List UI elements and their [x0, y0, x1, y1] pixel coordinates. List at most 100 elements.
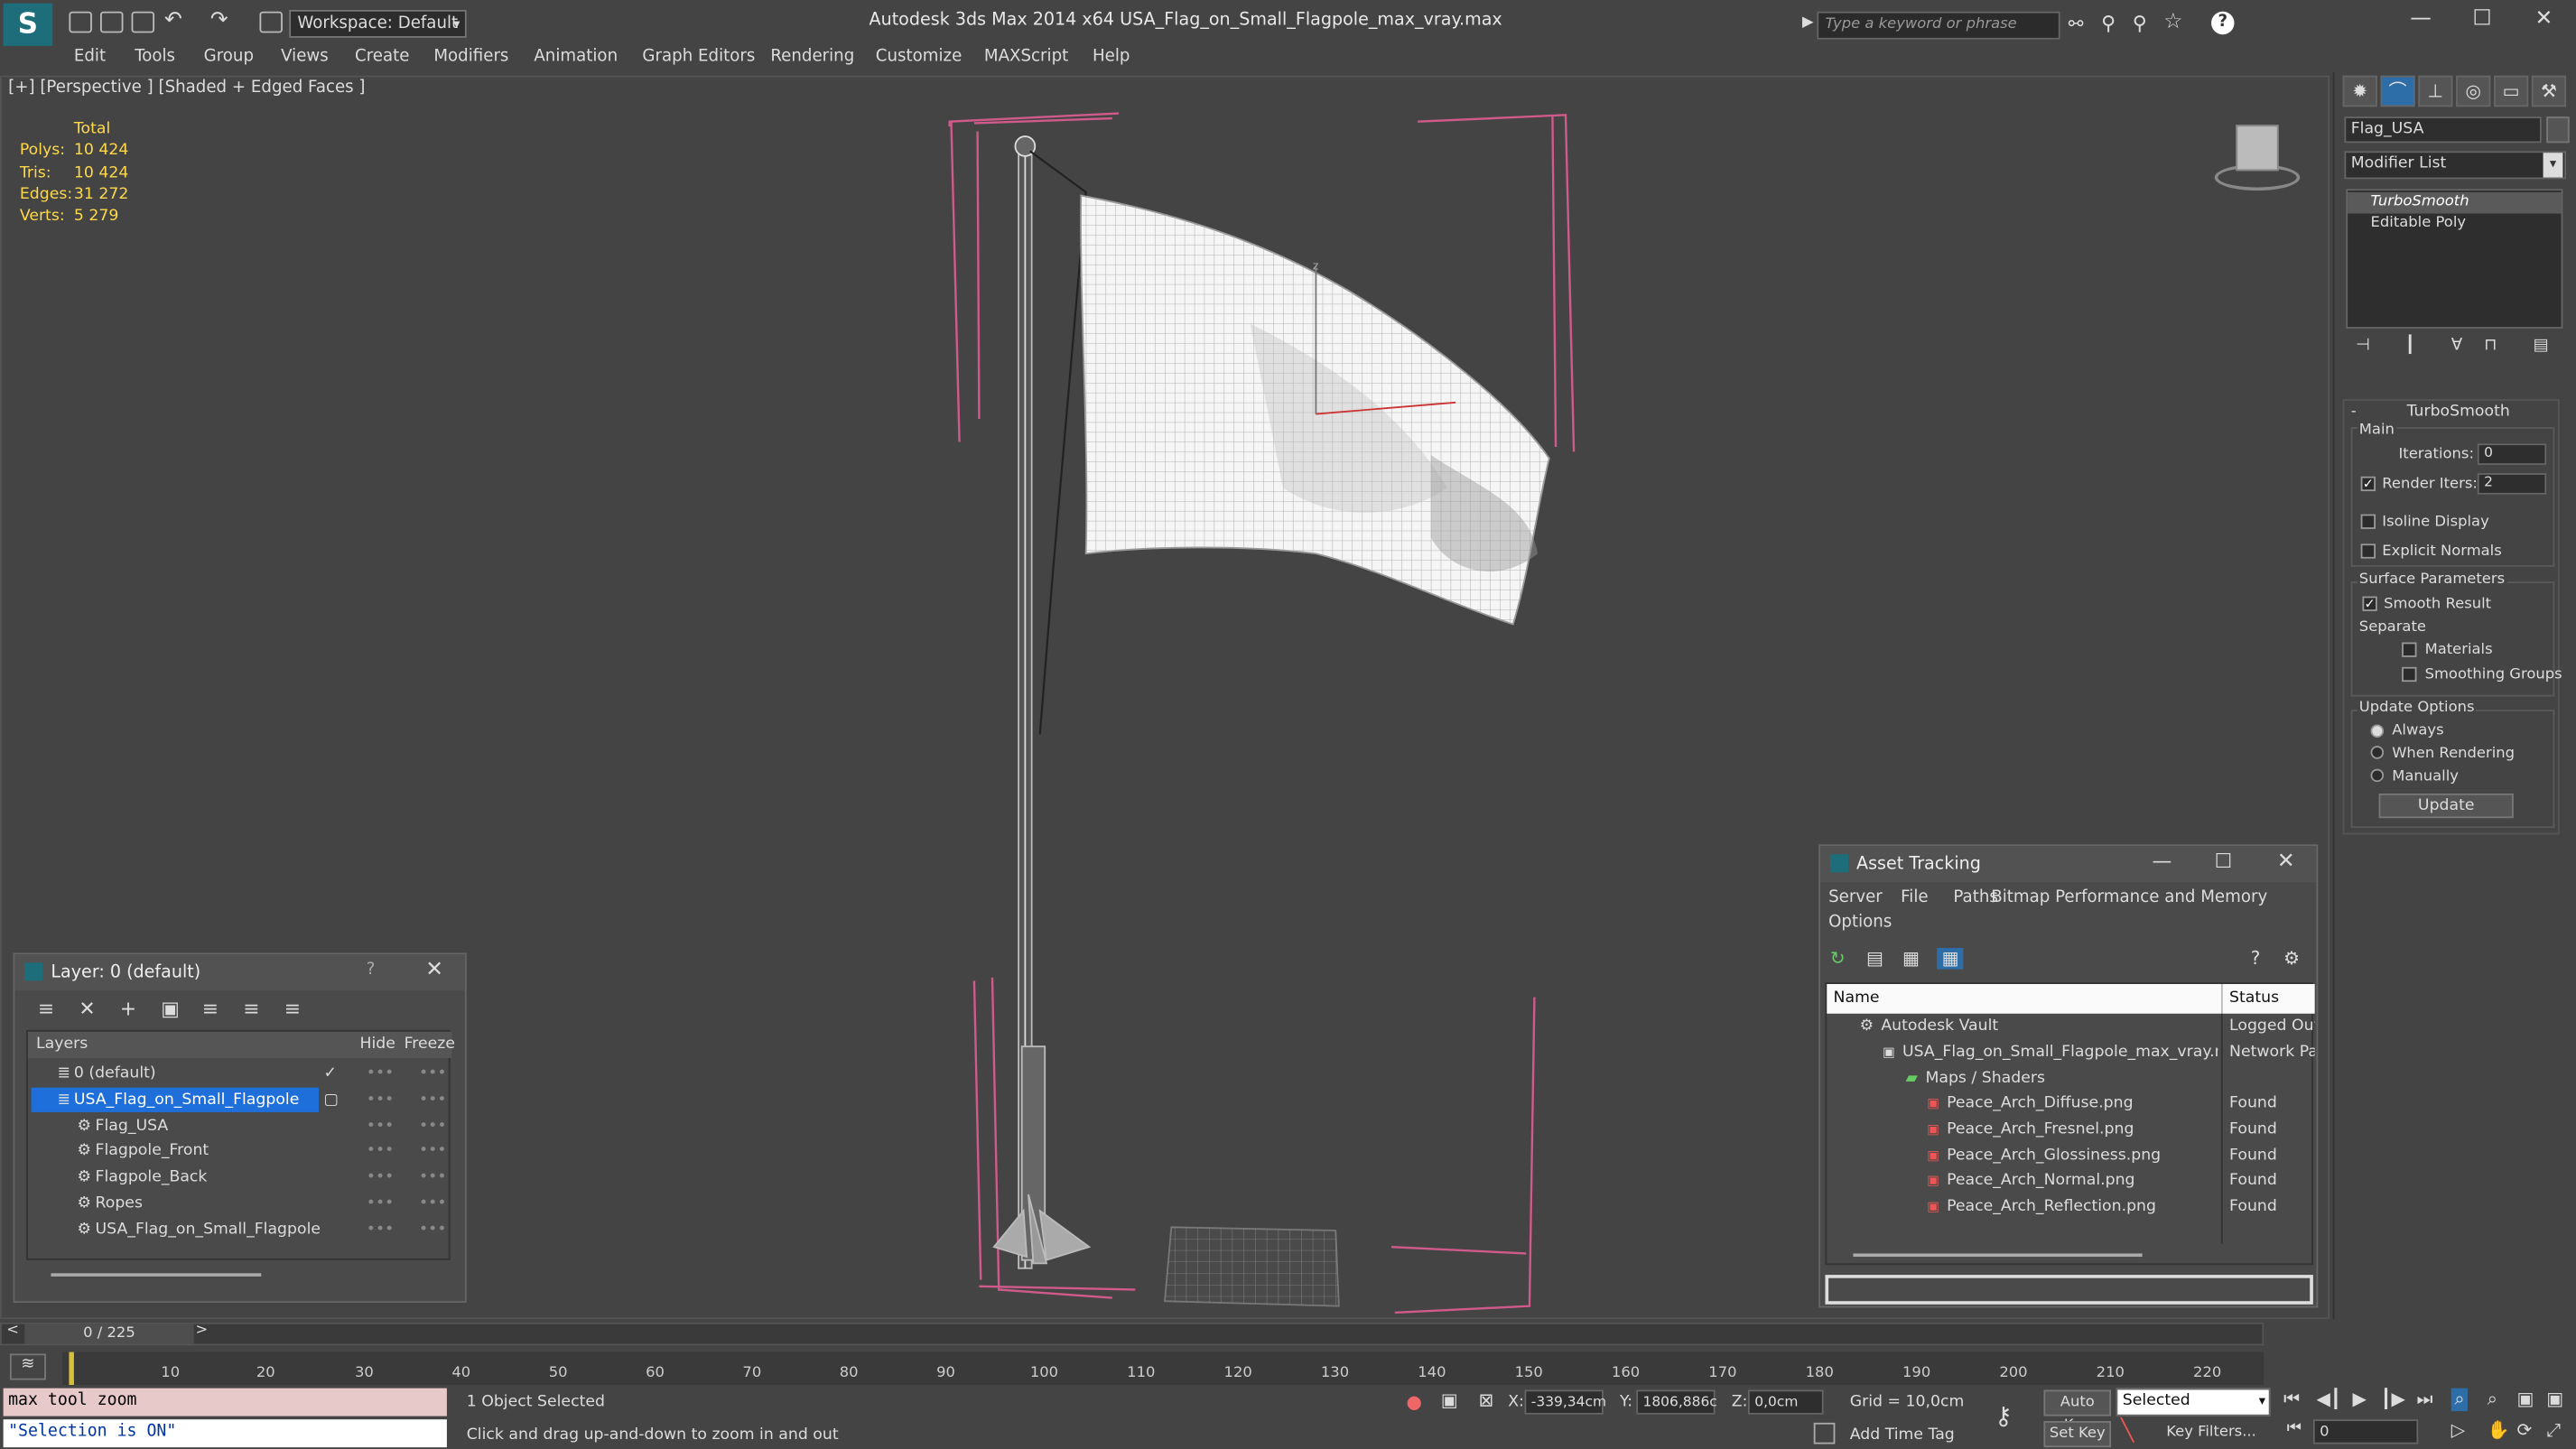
modifier-list-dropdown[interactable]: Modifier List ▾ — [2344, 151, 2567, 180]
orbit-icon[interactable]: ⟳ — [2516, 1419, 2532, 1441]
open-file-icon[interactable] — [99, 11, 124, 33]
create-tab-icon[interactable]: ✹ — [2342, 75, 2377, 107]
always-radio[interactable] — [2370, 724, 2385, 738]
zoom-extents-icon[interactable]: ▣ — [2516, 1389, 2534, 1410]
viewport-label[interactable]: [+] [Perspective ] [Shaded + Edged Faces… — [8, 79, 365, 97]
col-freeze[interactable]: Freeze — [405, 1032, 455, 1058]
col-status[interactable]: Status — [2229, 984, 2279, 1014]
asset-maximize-button[interactable]: ☐ — [2215, 850, 2233, 872]
col-name[interactable]: Name — [1834, 984, 1880, 1014]
communication-icon[interactable]: ⚲ — [2101, 12, 2116, 34]
modifier-stack[interactable]: TurboSmooth Editable Poly — [2346, 189, 2563, 329]
show-end-result-icon[interactable]: ┃ — [2405, 337, 2415, 355]
layer-row[interactable]: ⚙ Ropes ••• ••• — [28, 1191, 451, 1216]
mini-curve-editor-icon[interactable]: ≋ — [9, 1353, 46, 1380]
explicit-normals-checkbox[interactable] — [2360, 543, 2376, 559]
render-iters-checkbox[interactable]: ✓ — [2360, 476, 2376, 492]
isolate-icon[interactable]: ● — [1406, 1391, 1421, 1413]
display-tab-icon[interactable]: ▭ — [2494, 75, 2529, 107]
add-layer-icon[interactable]: + — [120, 998, 136, 1020]
favorites-star-icon[interactable]: ☆ — [2163, 10, 2182, 34]
rollout-title[interactable]: TurboSmooth — [2407, 403, 2510, 421]
manually-radio[interactable] — [2370, 768, 2385, 783]
time-slider-thumb[interactable]: 0 / 225 — [24, 1324, 194, 1344]
make-unique-icon[interactable]: ∀ — [2451, 337, 2462, 355]
menu-graph-editors[interactable]: Graph Editors — [642, 48, 755, 66]
maxscript-listener-output[interactable]: max tool zoom — [3, 1388, 447, 1416]
hierarchy-tab-icon[interactable]: ⊥ — [2418, 75, 2453, 107]
menu-animation[interactable]: Animation — [534, 48, 618, 66]
zoom-extents-all-icon[interactable]: ▣ — [2546, 1389, 2563, 1410]
app-logo-icon[interactable]: S — [3, 3, 53, 46]
zoom-all-icon[interactable]: ⌕ — [2488, 1389, 2497, 1411]
asset-row[interactable]: ▰ Maps / Shaders — [1827, 1066, 2314, 1091]
menu-help[interactable]: Help — [1093, 48, 1130, 66]
time-cursor[interactable] — [69, 1351, 74, 1386]
menu-edit[interactable]: Edit — [74, 48, 106, 66]
layer-row[interactable]: ≣ USA_Flag_on_Small_Flagpole ▢ ••• ••• — [28, 1087, 451, 1113]
set-key-button[interactable]: Set Key — [2043, 1421, 2112, 1448]
z-coordinate-field[interactable]: 0,0cm — [1747, 1389, 1824, 1415]
menu-tools[interactable]: Tools — [135, 48, 175, 66]
asset-menu-bitmap[interactable]: Bitmap Performance and Memory — [1991, 888, 2267, 906]
menu-group[interactable]: Group — [204, 48, 254, 66]
zoom-icon[interactable]: ⌕ — [2450, 1388, 2469, 1412]
list-view-icon[interactable]: ▤ — [1866, 948, 1883, 970]
binoculars-icon[interactable]: ⚯ — [2069, 14, 2084, 35]
play-icon[interactable]: ▶ — [2353, 1389, 2367, 1410]
close-button[interactable]: ✕ — [2534, 6, 2553, 31]
selection-set-dropdown[interactable]: Selected ▾ — [2116, 1388, 2271, 1416]
layer-row[interactable]: ⚙ Flagpole_Front ••• ••• — [28, 1138, 451, 1164]
select-objects-icon[interactable]: ≡ — [202, 998, 219, 1020]
menu-views[interactable]: Views — [281, 48, 329, 66]
asset-menu-file[interactable]: File — [1901, 888, 1928, 906]
field-of-view-icon[interactable]: ▷ — [2451, 1419, 2465, 1441]
pin-stack-icon[interactable]: ⊣ — [2356, 337, 2370, 355]
refresh-icon[interactable]: ↻ — [1830, 948, 1846, 970]
update-button[interactable]: Update — [2378, 793, 2514, 819]
configure-sets-icon[interactable]: ▤ — [2534, 337, 2549, 355]
go-to-end-icon[interactable]: ⏭ — [2416, 1389, 2432, 1411]
key-filters-button[interactable]: Key Filters... — [2152, 1421, 2271, 1448]
subscription-icon[interactable]: ⚲ — [2133, 12, 2147, 34]
asset-scrollbar[interactable] — [1853, 1253, 2143, 1258]
time-tag-icon[interactable] — [1813, 1422, 1836, 1444]
menu-maxscript[interactable]: MAXScript — [984, 48, 1068, 66]
set-keys-icon[interactable]: ╲ — [2121, 1419, 2134, 1444]
object-color-swatch[interactable] — [2546, 116, 2570, 144]
menu-customize[interactable]: Customize — [876, 48, 963, 66]
workspace-dropdown[interactable]: Workspace: Default ▾ — [289, 9, 467, 38]
menu-modifiers[interactable]: Modifiers — [433, 48, 508, 66]
highlight-layer-icon[interactable]: ≡ — [243, 998, 259, 1020]
layer-row[interactable]: ⚙ Flag_USA ••• ••• — [28, 1114, 451, 1139]
materials-checkbox[interactable] — [2402, 642, 2417, 657]
hide-all-icon[interactable]: ≡ — [284, 998, 301, 1020]
smooth-result-checkbox[interactable]: ✓ — [2362, 596, 2377, 611]
when-rendering-radio[interactable] — [2370, 746, 2385, 759]
maximize-viewport-icon[interactable]: ⤢ — [2546, 1419, 2561, 1442]
save-file-icon[interactable] — [131, 11, 155, 33]
project-folder-icon[interactable] — [259, 11, 283, 33]
menu-create[interactable]: Create — [355, 48, 409, 66]
asset-row[interactable]: ▣ USA_Flag_on_Small_Flagpole_max_vray.max… — [1827, 1040, 2315, 1065]
next-frame-icon[interactable]: > — [196, 1323, 209, 1339]
redo-icon[interactable]: ↷ — [210, 8, 228, 33]
maxscript-listener-input[interactable]: "Selection is ON" — [3, 1419, 447, 1448]
render-iters-spinner[interactable]: 2 — [2477, 473, 2547, 495]
asset-minimize-button[interactable]: — — [2153, 850, 2172, 872]
next-frame-icon[interactable]: ┃▶ — [2380, 1389, 2404, 1410]
key-mode-icon[interactable]: ⚷ — [1995, 1401, 2013, 1431]
maximize-button[interactable]: ☐ — [2472, 6, 2491, 31]
motion-tab-icon[interactable]: ◎ — [2456, 75, 2491, 107]
asset-menu-server[interactable]: Server — [1828, 888, 1883, 906]
asset-row[interactable]: ⚙ Autodesk Vault Logged Out — [1827, 1014, 2315, 1039]
help-icon[interactable]: ? — [2211, 11, 2235, 35]
asset-row[interactable]: ▣ Peace_Arch_Fresnel.png Found — [1827, 1117, 2314, 1142]
key-mode-toggle-icon[interactable]: ⏮ — [2287, 1419, 2302, 1437]
utilities-tab-icon[interactable]: ⚒ — [2531, 75, 2567, 107]
layer-row[interactable]: ⚙ Flagpole_Back ••• ••• — [28, 1165, 451, 1190]
auto-key-button[interactable]: Auto Key — [2043, 1389, 2112, 1435]
layer-row[interactable]: ⚙ USA_Flag_on_Small_Flagpole ••• ••• — [28, 1217, 451, 1242]
undo-icon[interactable]: ↶ — [164, 8, 182, 33]
pan-icon[interactable]: ✋ — [2488, 1419, 2510, 1441]
